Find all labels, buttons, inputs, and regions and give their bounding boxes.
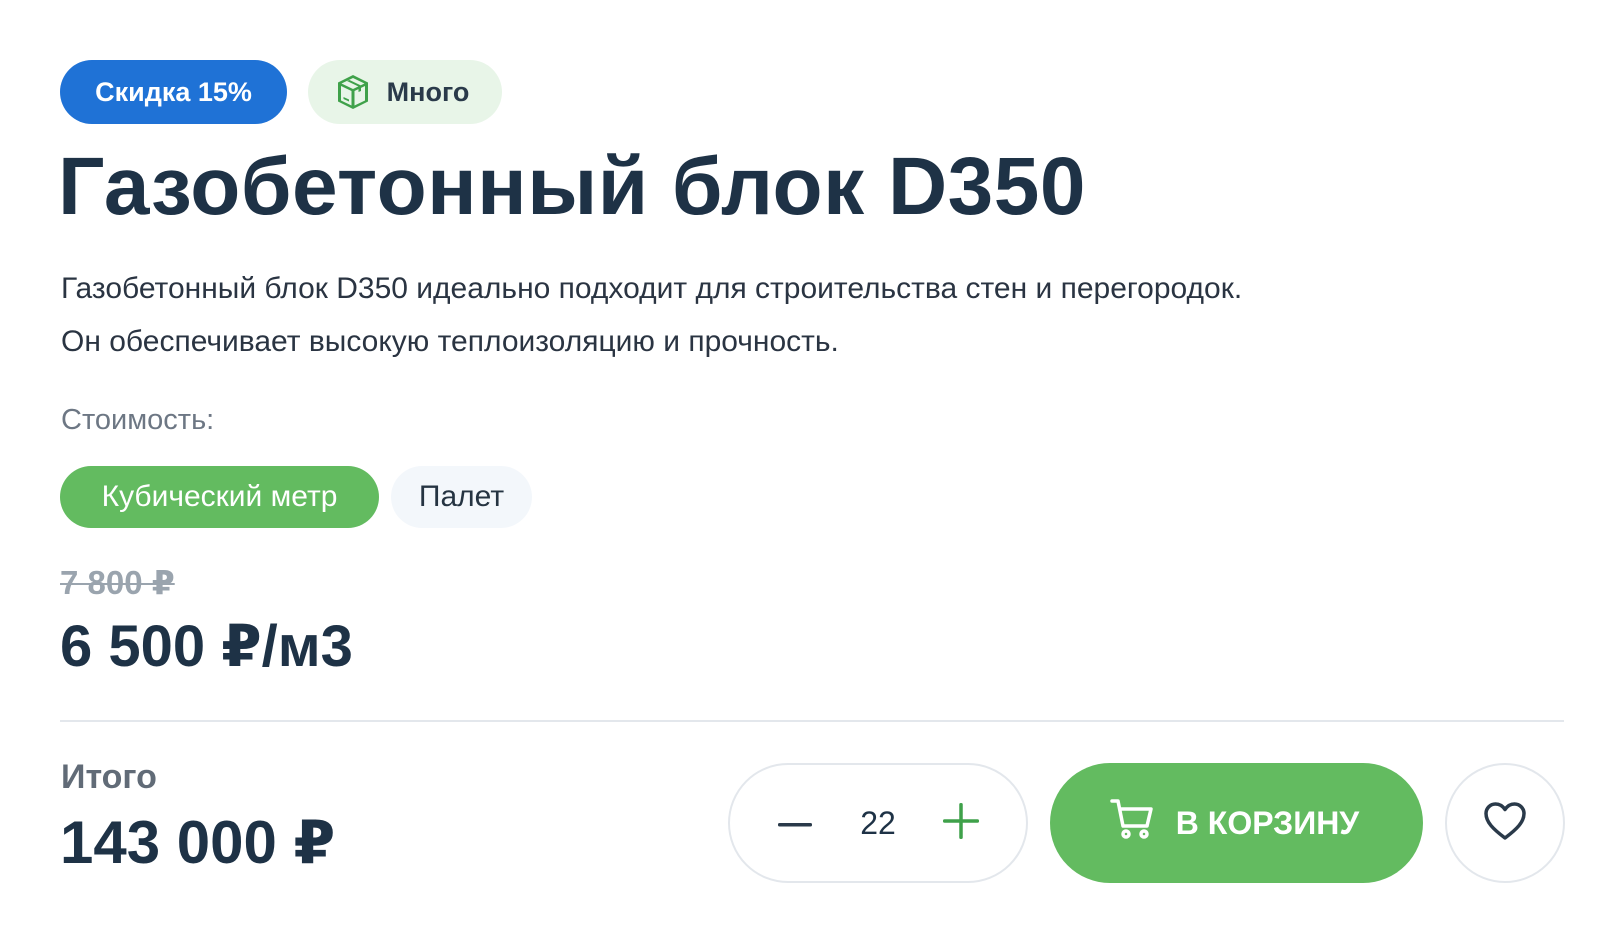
current-price: 6 500 ₽/м3 — [60, 614, 353, 679]
quantity-stepper: 22 — [728, 763, 1028, 883]
unit-tab-pallet[interactable]: Палет — [391, 466, 532, 528]
add-to-cart-button[interactable]: В КОРЗИНУ — [1050, 763, 1423, 883]
minus-icon — [778, 814, 812, 832]
total-label: Итого — [61, 758, 157, 796]
stock-badge-label: Много — [386, 76, 470, 107]
stock-badge: Много — [308, 60, 502, 124]
unit-tab-cubic-meter[interactable]: Кубический метр — [60, 466, 379, 528]
favorite-button[interactable] — [1445, 763, 1565, 883]
add-to-cart-label: В КОРЗИНУ — [1175, 804, 1360, 841]
price-label: Стоимость: — [61, 404, 215, 436]
product-description-line1: Газобетонный блок D350 идеально подходит… — [61, 272, 1243, 305]
divider — [60, 720, 1564, 722]
plus-icon — [943, 802, 979, 844]
total-value: 143 000 ₽ — [60, 809, 336, 876]
quantity-value[interactable]: 22 — [840, 805, 916, 842]
product-description: Газобетонный блок D350 идеально подходит… — [61, 262, 1501, 368]
increase-quantity-button[interactable] — [916, 765, 1006, 881]
product-title: Газобетонный блок D350 — [58, 141, 1086, 232]
heart-icon — [1483, 801, 1527, 846]
shopping-cart-icon — [1110, 798, 1154, 848]
decrease-quantity-button[interactable] — [750, 765, 840, 881]
unit-tab-label: Кубический метр — [101, 480, 338, 513]
discount-badge-label: Скидка 15% — [95, 76, 252, 107]
product-description-line2: Он обеспечивает высокую теплоизоляцию и … — [61, 325, 839, 358]
unit-tab-label: Палет — [418, 480, 505, 513]
discount-badge: Скидка 15% — [60, 60, 287, 124]
package-box-icon — [335, 73, 371, 111]
old-price: 7 800 ₽ — [60, 564, 175, 601]
